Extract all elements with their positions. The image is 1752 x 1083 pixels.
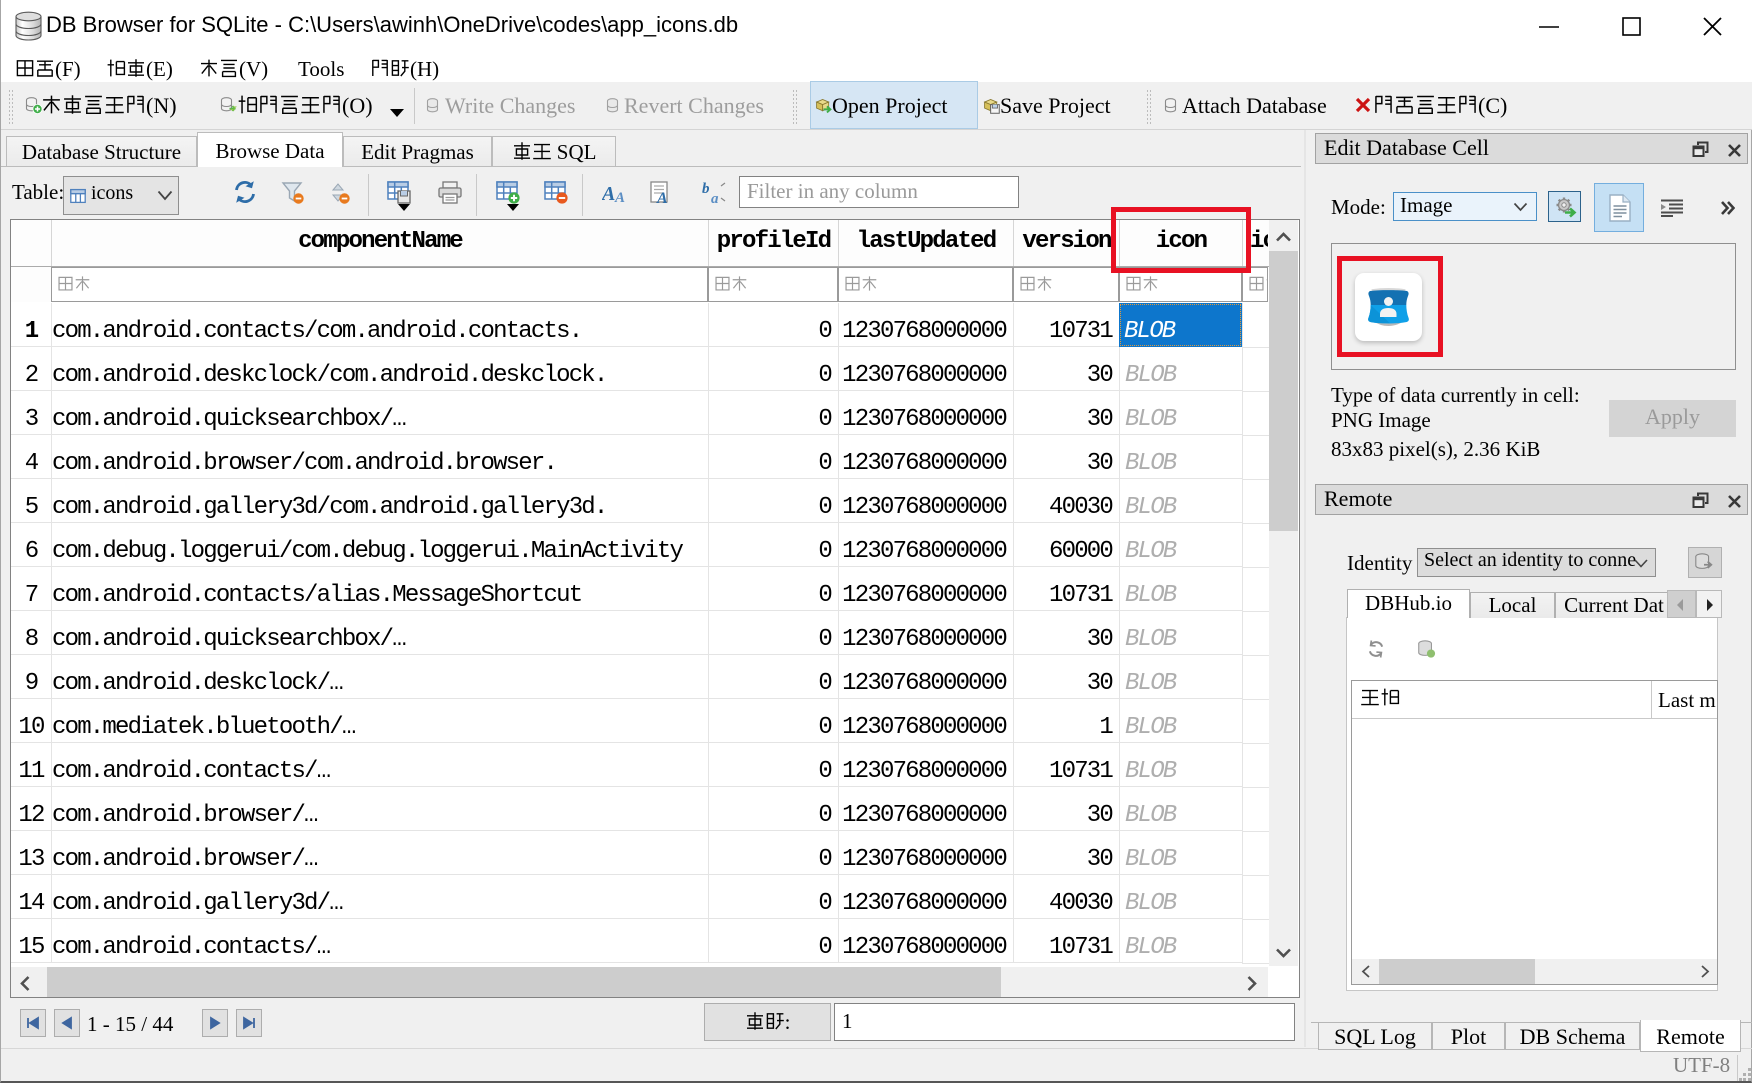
svg-text:A: A bbox=[614, 190, 625, 205]
svg-text:b: b bbox=[702, 181, 710, 197]
svg-text:a: a bbox=[711, 191, 719, 206]
svg-text:A: A bbox=[602, 183, 615, 205]
svg-text:A: A bbox=[656, 190, 668, 206]
